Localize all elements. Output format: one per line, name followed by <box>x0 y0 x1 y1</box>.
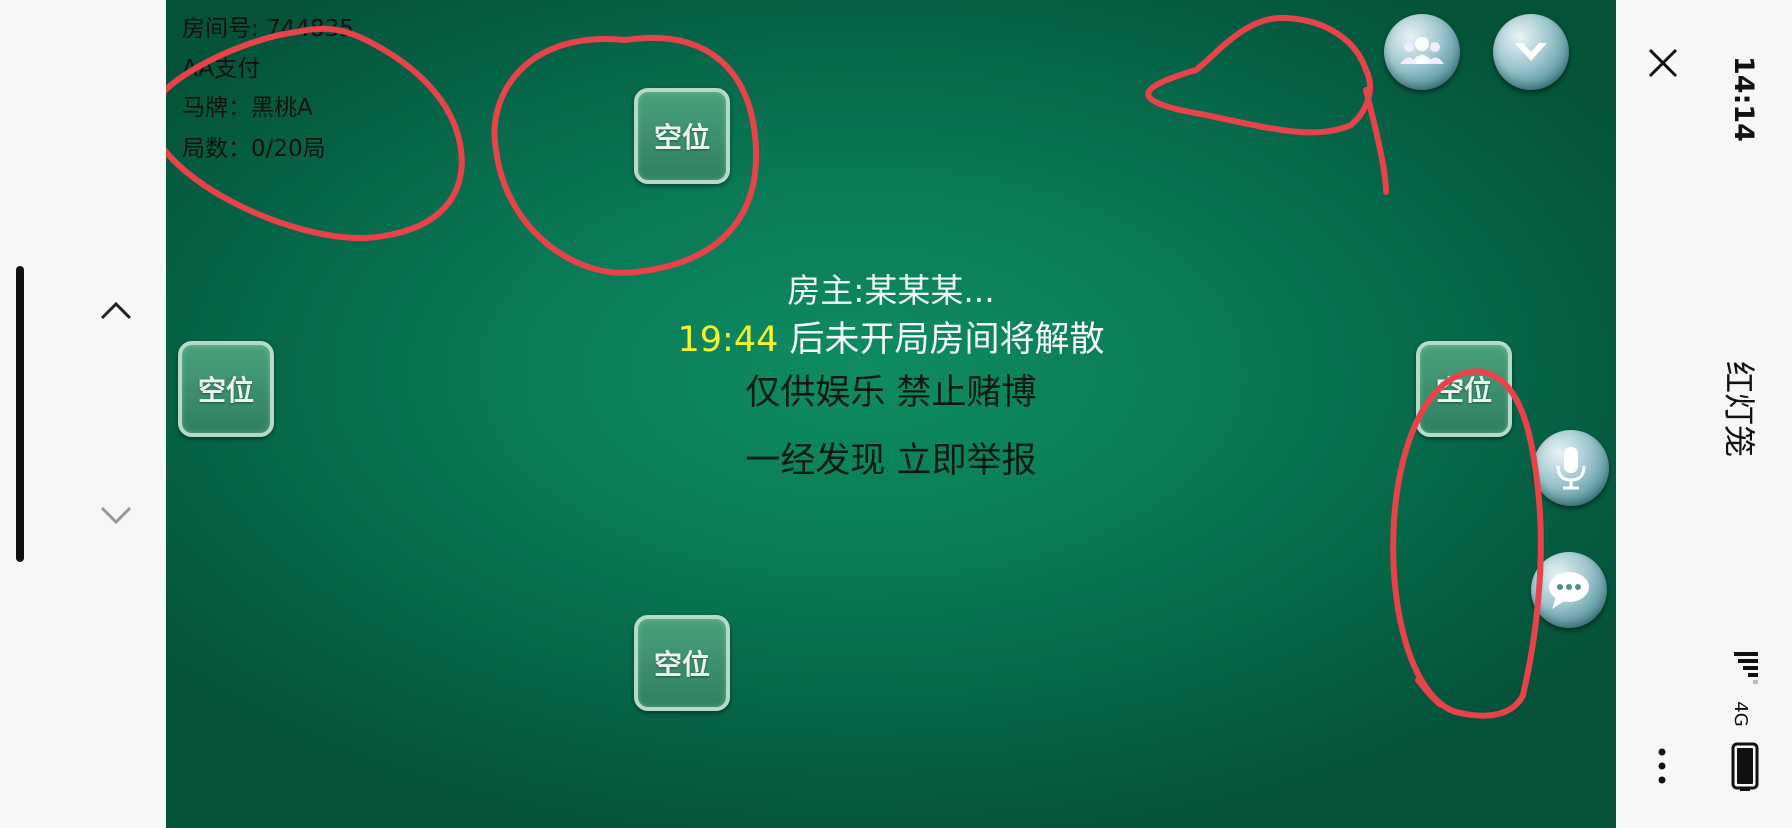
players-button[interactable] <box>1384 14 1460 90</box>
chat-button[interactable] <box>1531 552 1607 628</box>
countdown-message: 后未开局房间将解散 <box>778 320 1105 360</box>
countdown-timer: 19:44 <box>677 320 779 360</box>
notice-report: 一经发现 立即举报 <box>745 441 1037 481</box>
chevron-down-icon[interactable] <box>96 494 136 534</box>
notice-entertainment-only: 仅供娱乐 禁止赌博 <box>745 373 1037 413</box>
chat-bubble-icon <box>1549 572 1589 609</box>
seat-label: 空位 <box>653 648 710 681</box>
microphone-icon <box>1556 447 1586 490</box>
seat-top[interactable]: 空位 <box>634 88 730 184</box>
battery-icon <box>1731 742 1759 791</box>
status-time: 14:14 <box>1728 56 1759 142</box>
app-title: 红灯笼 <box>1720 360 1758 457</box>
dissolve-countdown: 19:44 后未开局房间将解散 <box>166 311 1616 362</box>
room-host: 房主:某某某... <box>787 271 995 310</box>
close-icon[interactable] <box>1646 46 1680 80</box>
game-table: 房间号: 744835 AA支付 马牌：黑桃A 局数：0/20局 空位 空位 空… <box>166 0 1616 828</box>
signal-icon <box>1734 652 1758 684</box>
dropdown-button[interactable] <box>1493 14 1569 90</box>
horse-card: 马牌：黑桃A <box>182 95 313 121</box>
microphone-button[interactable] <box>1533 430 1609 506</box>
room-number: 房间号: 744835 <box>182 16 354 42</box>
dropdown-arrow-icon <box>1515 43 1547 61</box>
scrollbar-thumb[interactable] <box>16 266 24 562</box>
network-type: 4G <box>1730 701 1751 727</box>
more-vertical-icon[interactable] <box>1656 746 1668 786</box>
chevron-up-icon[interactable] <box>96 292 136 332</box>
seat-label: 空位 <box>653 121 710 154</box>
left-scroll-bar <box>0 0 166 828</box>
players-icon <box>1400 37 1444 64</box>
system-status-bar <box>1616 0 1792 828</box>
seat-bottom[interactable]: 空位 <box>634 615 730 711</box>
payment-type: AA支付 <box>182 56 261 82</box>
round-count: 局数：0/20局 <box>182 136 326 162</box>
